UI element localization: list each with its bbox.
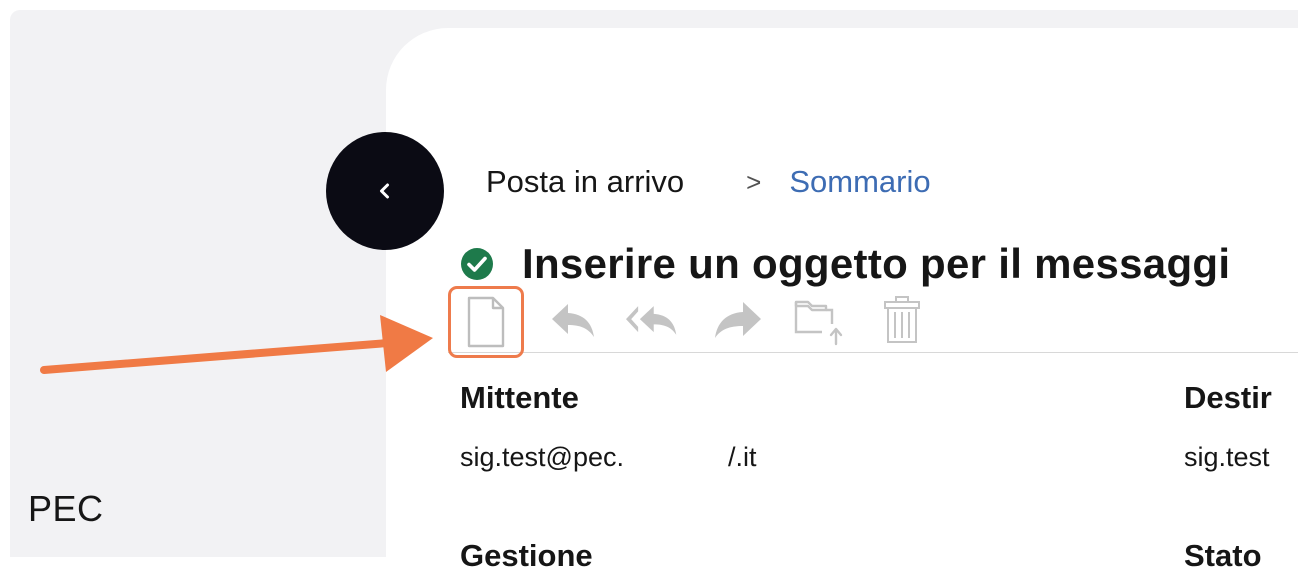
chevron-left-icon [380,183,389,199]
breadcrumb: Posta in arrivo > Sommario [486,162,931,202]
breadcrumb-current[interactable]: Sommario [789,164,930,200]
breadcrumb-separator: > [746,166,762,197]
sender-value-tail: /.it [728,442,757,472]
document-icon [467,296,505,348]
sender-label: Mittente [460,380,579,415]
view-source-button[interactable] [448,286,524,358]
reply-all-button[interactable] [626,294,678,346]
sender-value: sig.test@pec. [460,442,624,472]
breadcrumb-inbox-link[interactable]: Posta in arrivo [486,164,684,200]
reply-icon [552,304,594,337]
check-circle-icon [461,248,493,280]
reply-button[interactable] [547,294,599,346]
sidebar-label-pec[interactable]: PEC [28,488,104,530]
trash-icon [884,296,920,343]
back-button[interactable] [326,132,444,250]
recipient-label: Destir [1184,380,1272,415]
message-toolbar [448,286,1298,358]
move-folder-button[interactable] [792,294,844,346]
reply-all-icon [626,306,677,335]
move-folder-icon [794,300,843,346]
delete-button[interactable] [876,294,928,346]
redaction-mask [668,436,730,476]
state-label: Stato [1184,538,1262,573]
management-label: Gestione [460,538,593,573]
annotation-arrow [40,315,433,374]
forward-button[interactable] [712,294,764,346]
forward-icon [715,302,761,338]
recipient-value: sig.test [1184,442,1270,472]
message-subject: Inserire un oggetto per il messaggi [522,240,1231,287]
message-title-row: Inserire un oggetto per il messaggi [460,236,1298,292]
